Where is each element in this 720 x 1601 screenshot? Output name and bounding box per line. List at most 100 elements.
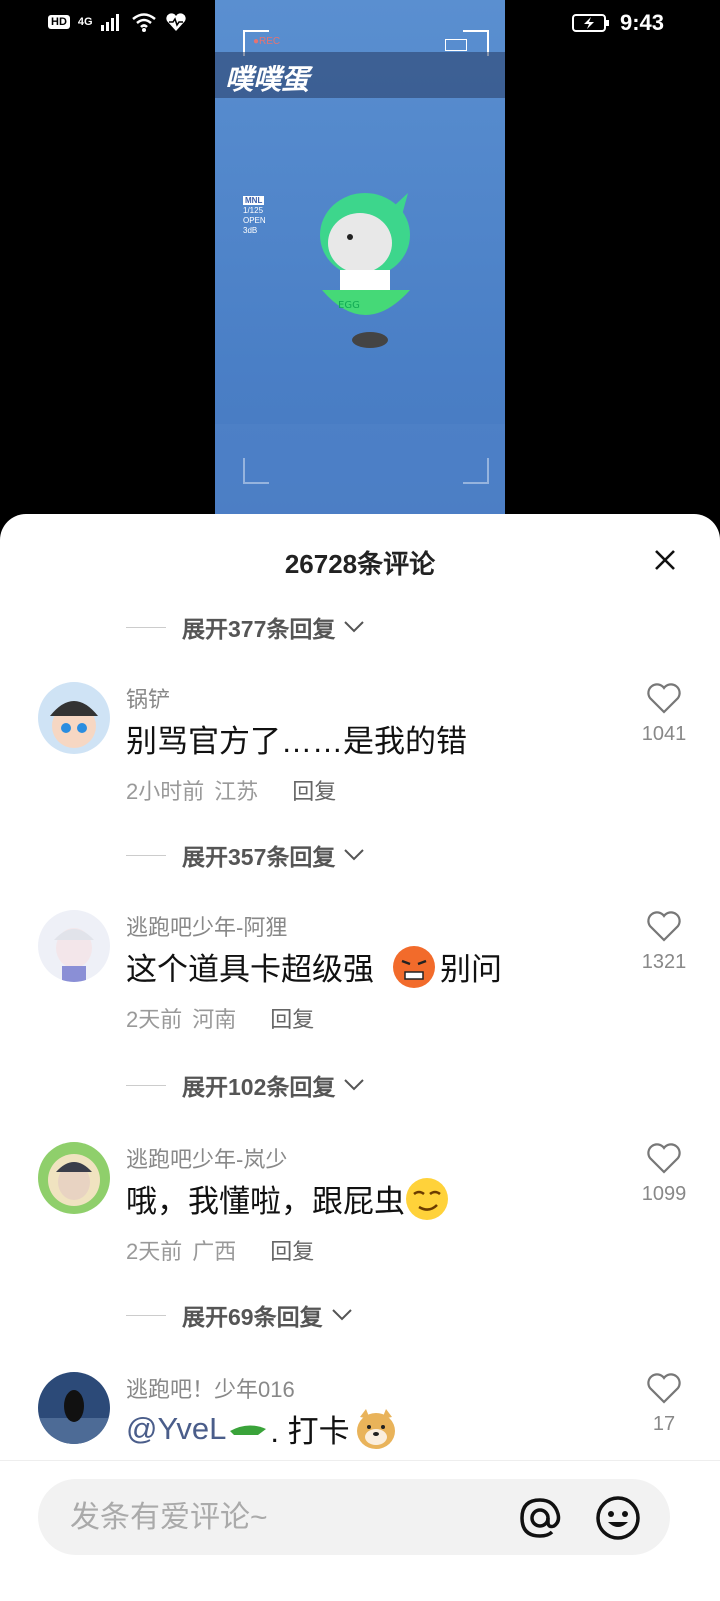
close-button[interactable] [645,540,685,580]
comment-input[interactable] [68,1479,492,1557]
comment-text-tail: . 打卡 [270,1414,350,1449]
status-left-icons: HD 4G [48,12,187,32]
mention-button[interactable] [516,1494,564,1542]
comment-meta: 2小时前 江苏 回复 [126,774,336,806]
expand-replies-button[interactable]: 展开377条回复 [126,610,365,644]
doge-emoji [356,1408,395,1449]
comment-text-tail: 别问 [440,952,502,987]
comment-text: 别骂官方了……是我的错 [126,724,467,759]
comment-text: @YveL . 打卡 [126,1406,402,1451]
reply-button[interactable]: 回复 [270,1002,314,1034]
video-stage-floor [215,424,505,520]
comment-meta: 2天前 广西 回复 [126,1234,314,1266]
comment-input-container[interactable] [38,1479,670,1557]
avatar-image [38,1372,110,1444]
camera-gain-label: 3dB [243,226,258,235]
comments-sheet: 26728条评论 展开377条回复 锅铲 别骂官方了……是我的错 2小时前 江苏… [0,514,720,1600]
comment-input-bar [0,1460,720,1601]
avatar-image [38,910,110,982]
divider-line [126,1084,166,1086]
signal-icon [100,14,119,31]
avatar[interactable] [38,1142,110,1214]
egg-character: EGG [320,193,410,348]
chevron-down-icon [344,1079,365,1091]
comment-time: 2小时前 [126,779,205,804]
comment-username[interactable]: 锅铲 [126,682,170,714]
chevron-down-icon [331,1309,352,1321]
angry-face-emoji [393,945,435,988]
comment-username[interactable]: 逃跑吧少年-岚少 [126,1142,287,1174]
chevron-down-icon [344,849,365,861]
egg-badge-text: EGG [338,300,360,311]
like-count: 1099 [641,1183,687,1205]
comment-text: 这个道具卡超级强 别问 [126,944,502,989]
heart-outline-icon [647,683,681,714]
camera-aperture-label: OPEN [243,216,266,225]
avatar-image [38,1142,110,1214]
video-title: 噗噗蛋 [225,64,310,95]
comment-username[interactable]: 逃跑吧！少年016 [126,1372,295,1404]
comment-time: 2天前 [126,1239,183,1264]
expand-replies-label: 展开102条回复 [182,1074,336,1100]
emoji-button[interactable] [594,1494,642,1542]
mention-link[interactable]: @YveL [126,1411,226,1447]
comment-item: 逃跑吧少年-阿狸 这个道具卡超级强 别问 2天前 河南 回复 1321 [0,910,720,1070]
comment-text-main: 这个道具卡超级强 [126,952,374,987]
avatar[interactable] [38,910,110,982]
video-player[interactable]: ●REC 噗噗蛋 MNL 1/125 OPEN 3dB EGG [0,0,720,520]
comment-item: 逃跑吧少年-岚少 哦，我懂啦，跟屁虫 2天前 广西 回复 1099 [0,1142,720,1302]
like-count: 1321 [641,951,687,973]
like-button[interactable]: 17 [628,1372,700,1436]
comment-item: 锅铲 别骂官方了……是我的错 2小时前 江苏 回复 1041 [0,682,720,842]
like-button[interactable]: 1321 [628,910,700,974]
expand-replies-button[interactable]: 展开357条回复 [126,838,365,872]
status-right: 9:43 [571,10,664,36]
heart-outline-icon [647,1373,681,1404]
reply-button[interactable]: 回复 [270,1234,314,1266]
comment-text-main: 哦，我懂啦，跟屁虫 [126,1184,405,1219]
expand-replies-button[interactable]: 展开102条回复 [126,1068,365,1102]
video-title-bar: 噗噗蛋 [215,52,505,98]
expand-replies-label: 展开377条回复 [182,616,336,642]
like-button[interactable]: 1041 [628,682,700,746]
battery-charging-icon [571,14,609,32]
heart-outline-icon [647,1143,681,1174]
comment-location: 河南 [192,1007,237,1032]
divider-line [126,1314,166,1316]
comment-location: 江苏 [214,779,259,804]
like-count: 1041 [641,723,687,745]
comment-location: 广西 [192,1239,237,1264]
hd-badge: HD [48,15,70,29]
close-icon [655,550,675,570]
like-button[interactable]: 1099 [628,1142,700,1206]
comment-time: 2天前 [126,1007,183,1032]
smiley-icon [596,1496,640,1540]
avatar[interactable] [38,1372,110,1444]
comment-text: 哦，我懂啦，跟屁虫 [126,1176,453,1221]
network-type: 4G [77,16,93,28]
chevron-down-icon [344,621,365,633]
clock: 9:43 [619,10,664,35]
like-count: 17 [652,1413,676,1435]
avatar[interactable] [38,682,110,754]
expand-replies-button[interactable]: 展开69条回复 [126,1298,353,1332]
avatar-image [38,682,110,754]
crocodile-emoji [230,1424,267,1435]
reply-button[interactable]: 回复 [292,774,336,806]
at-sign-icon [520,1498,561,1538]
video-frame[interactable]: ●REC 噗噗蛋 MNL 1/125 OPEN 3dB EGG [215,0,505,520]
expand-replies-label: 展开357条回复 [182,844,336,870]
camera-mode-label: MNL [243,196,265,205]
comment-username[interactable]: 逃跑吧少年-阿狸 [126,910,287,942]
comment-meta: 2天前 河南 回复 [126,1002,314,1034]
divider-line [126,854,166,856]
health-heart-icon [165,13,186,32]
comments-count-title: 26728条评论 [284,549,436,579]
heart-outline-icon [647,911,681,942]
camera-settings-overlay: MNL 1/125 OPEN 3dB [243,196,266,236]
smirk-face-emoji [406,1177,448,1220]
expand-replies-label: 展开69条回复 [182,1304,323,1330]
camera-shutter-label: 1/125 [243,206,264,215]
wifi-icon [131,13,156,32]
status-bar: HD 4G 9:43 [0,0,720,48]
